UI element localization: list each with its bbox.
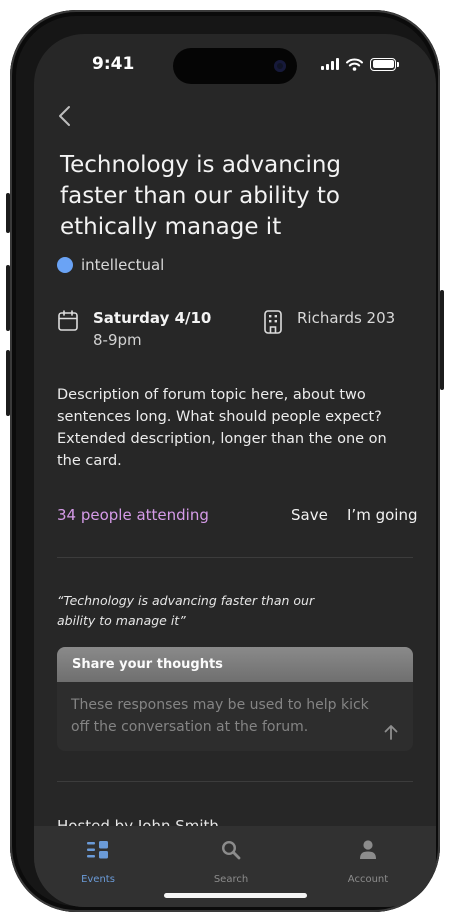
search-icon <box>221 840 241 860</box>
status-time: 9:41 <box>92 54 135 74</box>
divider <box>57 781 413 782</box>
tag-dot-icon <box>57 257 73 273</box>
tab-account-label: Account <box>347 874 389 885</box>
tab-account[interactable]: Account <box>323 838 413 885</box>
thoughts-placeholder: These responses may be used to help kick… <box>71 697 369 735</box>
status-icons <box>321 56 399 72</box>
power-button <box>440 290 444 390</box>
tab-events[interactable]: Events <box>53 838 143 885</box>
event-location: Richards 203 <box>297 309 396 327</box>
back-chevron-icon[interactable] <box>54 104 76 128</box>
thoughts-input[interactable]: These responses may be used to help kick… <box>57 682 413 740</box>
account-icon <box>360 840 376 859</box>
event-time: 8-9pm <box>93 331 142 349</box>
building-icon <box>264 310 282 334</box>
phone-frame: 9:41 Technology is advancing faster than… <box>10 10 440 912</box>
event-title: Technology is advancing faster than our … <box>60 152 342 240</box>
share-thoughts-header: Share your thoughts <box>57 647 413 682</box>
tag-label: intellectual <box>81 256 165 274</box>
share-thoughts-card: Share your thoughts These responses may … <box>57 647 413 751</box>
attending-count[interactable]: 34 people attending <box>57 506 209 524</box>
camera-icon <box>274 60 286 72</box>
wifi-icon <box>346 58 363 71</box>
event-date: Saturday 4/10 <box>93 309 212 327</box>
calendar-icon <box>58 310 78 331</box>
send-arrow-icon[interactable] <box>384 724 398 740</box>
save-button[interactable]: Save <box>291 506 328 524</box>
signal-icon <box>321 58 339 70</box>
battery-icon <box>370 57 399 71</box>
tab-search[interactable]: Search <box>186 838 276 885</box>
event-description: Description of forum topic here, about t… <box>57 387 387 469</box>
tab-search-label: Search <box>213 874 249 885</box>
topic-quote: “Technology is advancing faster than our… <box>57 593 315 628</box>
divider <box>57 557 413 558</box>
im-going-button[interactable]: I’m going <box>347 506 417 524</box>
category-tag: intellectual <box>57 256 164 274</box>
app-screen: 9:41 Technology is advancing faster than… <box>34 34 436 907</box>
tab-events-label: Events <box>81 874 115 885</box>
home-indicator[interactable] <box>164 893 307 898</box>
events-icon <box>87 841 108 859</box>
